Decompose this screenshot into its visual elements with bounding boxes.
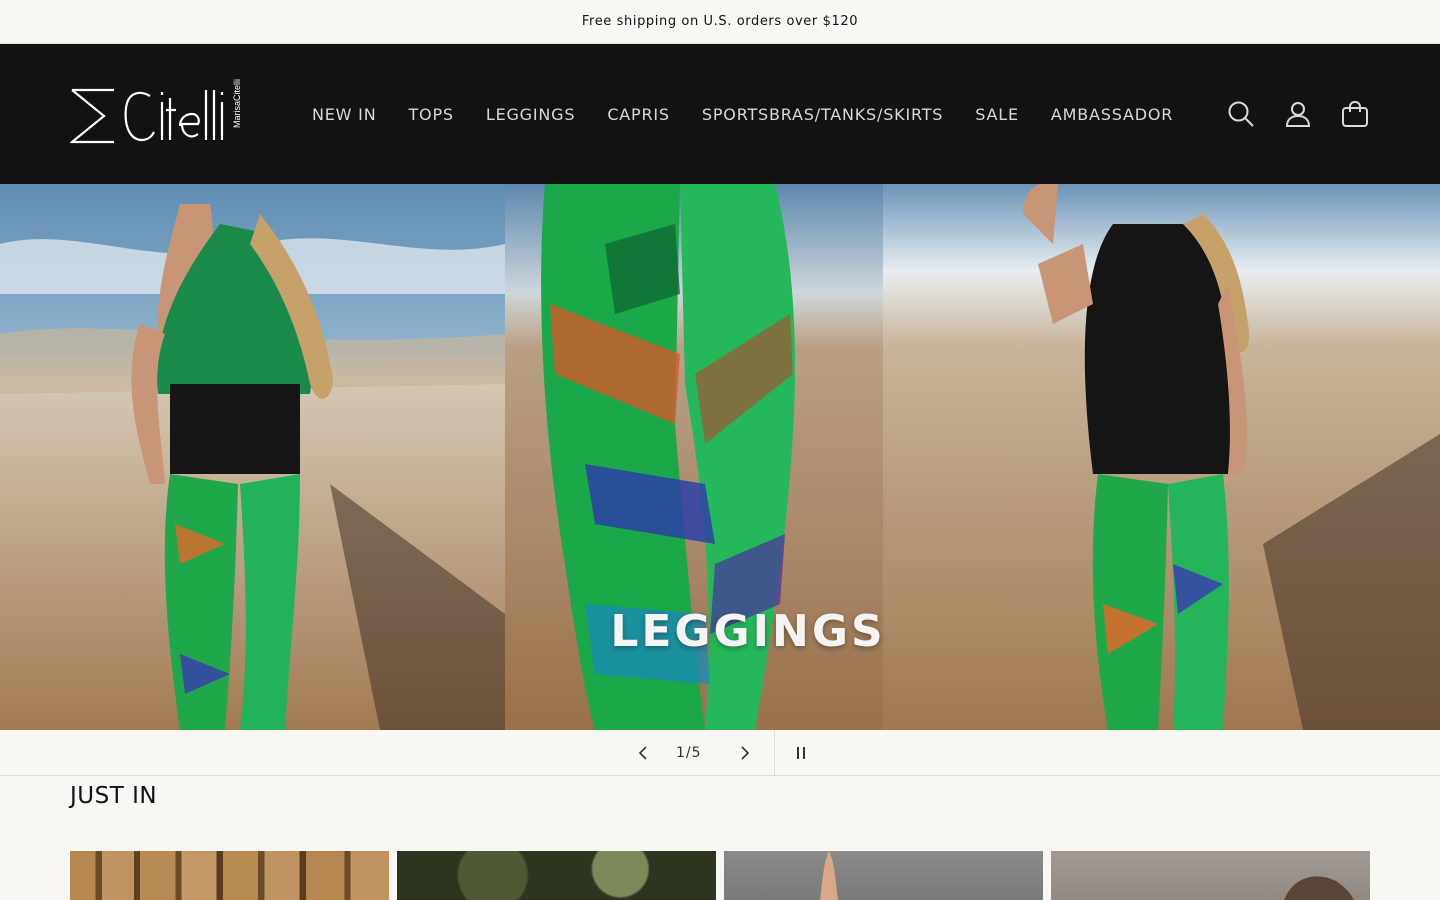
pause-slideshow-button[interactable] (786, 733, 816, 773)
logo-mark: MarisaCitelli (70, 79, 242, 144)
product-image-3 (820, 851, 838, 900)
section-heading: JUST IN (70, 783, 158, 809)
product-card-1[interactable] (70, 851, 389, 900)
product-grid (70, 851, 1370, 900)
main-nav: NEW IN TOPS LEGGINGS CAPRIS SPORTSBRAS/T… (296, 105, 1189, 124)
cart-icon[interactable] (1340, 99, 1370, 129)
product-card-2[interactable] (397, 851, 716, 900)
chevron-right-icon (741, 745, 750, 760)
nav-item-tops[interactable]: TOPS (392, 105, 469, 124)
site-header: MarisaCitelli NEW IN TOPS LEGGINGS CAPRI… (0, 44, 1440, 184)
pause-icon (797, 746, 805, 759)
nav-item-leggings[interactable]: LEGGINGS (470, 105, 591, 124)
previous-slide-button[interactable] (628, 733, 658, 773)
product-image-4 (1284, 876, 1354, 900)
site-logo[interactable]: MarisaCitelli (70, 78, 252, 150)
hero-title: LEGGINGS (0, 606, 1440, 657)
announcement-text: Free shipping on U.S. orders over $120 (581, 14, 859, 29)
slider-controls: 1/5 (0, 730, 1440, 776)
announcement-bar: Free shipping on U.S. orders over $120 (0, 0, 1440, 44)
slide-counter: 1/5 (676, 744, 702, 761)
product-card-3[interactable] (724, 851, 1043, 900)
search-icon[interactable] (1226, 99, 1256, 129)
controls-divider (774, 730, 775, 776)
next-slide-button[interactable] (730, 733, 760, 773)
hero-slideshow[interactable]: LEGGINGS (0, 184, 1440, 730)
just-in-section: JUST IN (0, 783, 1440, 900)
account-icon[interactable] (1283, 99, 1313, 129)
nav-item-sale[interactable]: SALE (959, 105, 1035, 124)
chevron-left-icon (638, 745, 647, 760)
nav-item-sportsbras-tanks-skirts[interactable]: SPORTSBRAS/TANKS/SKIRTS (686, 105, 959, 124)
nav-item-capris[interactable]: CAPRIS (591, 105, 686, 124)
header-icons (1226, 44, 1370, 184)
product-card-4[interactable] (1051, 851, 1370, 900)
nav-item-ambassador[interactable]: AMBASSADOR (1035, 105, 1189, 124)
nav-item-new-in[interactable]: NEW IN (296, 105, 392, 124)
svg-text:MarisaCitelli: MarisaCitelli (232, 79, 242, 128)
hero-title-text: LEGGINGS (610, 606, 886, 657)
